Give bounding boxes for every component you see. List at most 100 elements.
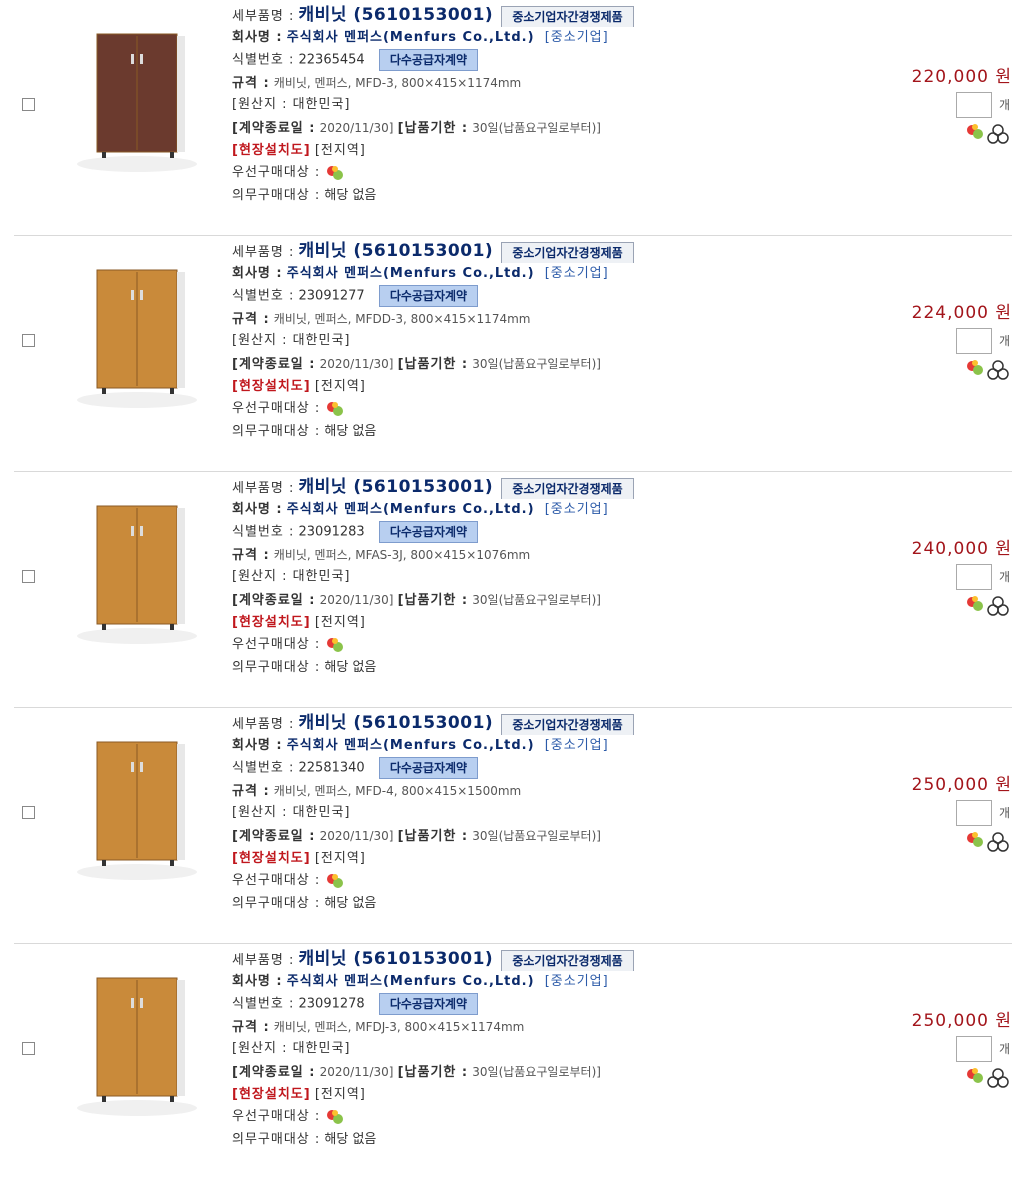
priority-label: 우선구매대상 :	[232, 165, 321, 181]
product-info: 세부품명 : 캐비닛 (5610153001) 중소기업자간경쟁제품 회사명 :…	[232, 476, 832, 679]
company-tag: [중소기업]	[544, 973, 609, 989]
install-label: [현장설치도]	[232, 850, 311, 866]
spec-label: 규격 :	[232, 547, 270, 563]
company-name[interactable]: 주식회사 멘퍼스(Menfurs Co.,Ltd.)	[287, 266, 535, 281]
priority-label: 우선구매대상 :	[232, 637, 321, 653]
mas-contract-badge: 다수공급자계약	[378, 285, 479, 308]
company-label: 회사명 :	[232, 29, 283, 45]
eco-mark-icon	[967, 596, 983, 611]
product-image[interactable]	[62, 722, 212, 884]
delivery-value: 30일(납품요구일로부터)]	[472, 1064, 601, 1079]
certification-icons	[967, 1068, 1009, 1088]
product-row: 세부품명 : 캐비닛 (5610153001) 중소기업자간경쟁제품 회사명 :…	[14, 944, 1012, 1180]
sme-competition-badge: 중소기업자간경쟁제품	[501, 713, 634, 735]
contract-end-label: [계약종료일 :	[232, 828, 316, 844]
delivery-value: 30일(납품요구일로부터)]	[472, 120, 601, 135]
mandatory-value: 해당 없음	[324, 1131, 377, 1147]
origin-text: [원산지 : 대한민국]	[232, 805, 351, 821]
contract-end-date: 2020/11/30]	[319, 1064, 394, 1079]
product-name[interactable]: 캐비닛 (5610153001)	[299, 477, 494, 497]
sme-competition-badge: 중소기업자간경쟁제품	[501, 949, 634, 971]
unit-label: 개	[998, 1042, 1010, 1056]
eco-mark-icon	[967, 124, 983, 139]
mandatory-label: 의무구매대상 :	[232, 423, 321, 439]
product-name[interactable]: 캐비닛 (5610153001)	[299, 241, 494, 261]
id-number: 23091283	[298, 524, 365, 540]
priority-label: 우선구매대상 :	[232, 1109, 321, 1125]
delivery-label: [납품기한 :	[397, 356, 469, 372]
unit-label: 개	[998, 98, 1010, 112]
contract-end-label: [계약종료일 :	[232, 120, 316, 136]
product-image[interactable]	[62, 14, 212, 176]
company-name[interactable]: 주식회사 멘퍼스(Menfurs Co.,Ltd.)	[287, 502, 535, 517]
delivery-label: [납품기한 :	[397, 592, 469, 608]
spec-value: 캐비닛, 멘퍼스, MFD-4, 800×415×1500mm	[273, 783, 522, 798]
company-name[interactable]: 주식회사 멘퍼스(Menfurs Co.,Ltd.)	[287, 738, 535, 753]
mandatory-value: 해당 없음	[324, 895, 377, 911]
product-name[interactable]: 캐비닛 (5610153001)	[299, 5, 494, 25]
product-row: 세부품명 : 캐비닛 (5610153001) 중소기업자간경쟁제품 회사명 :…	[14, 472, 1012, 708]
detail-name-label: 세부품명 :	[232, 9, 295, 24]
select-checkbox[interactable]	[22, 806, 35, 819]
detail-name-label: 세부품명 :	[232, 953, 295, 968]
spec-label: 규격 :	[232, 1019, 270, 1035]
quality-cert-icon	[987, 360, 1009, 380]
spec-label: 규격 :	[232, 75, 270, 91]
mandatory-value: 해당 없음	[324, 423, 377, 439]
spec-label: 규격 :	[232, 783, 270, 799]
quantity-input[interactable]	[956, 1036, 992, 1062]
product-image[interactable]	[62, 486, 212, 648]
select-checkbox[interactable]	[22, 1042, 35, 1055]
contract-end-label: [계약종료일 :	[232, 356, 316, 372]
company-name[interactable]: 주식회사 멘퍼스(Menfurs Co.,Ltd.)	[287, 30, 535, 45]
product-row: 세부품명 : 캐비닛 (5610153001) 중소기업자간경쟁제품 회사명 :…	[14, 708, 1012, 944]
delivery-label: [납품기한 :	[397, 120, 469, 136]
install-label: [현장설치도]	[232, 378, 311, 394]
contract-end-date: 2020/11/30]	[319, 828, 394, 843]
unit-label: 개	[998, 570, 1010, 584]
quality-cert-icon	[987, 832, 1009, 852]
select-checkbox[interactable]	[22, 334, 35, 347]
contract-end-date: 2020/11/30]	[319, 120, 394, 135]
id-label: 식별번호 :	[232, 524, 295, 540]
id-label: 식별번호 :	[232, 996, 295, 1012]
id-label: 식별번호 :	[232, 288, 295, 304]
id-number: 23091277	[298, 288, 365, 304]
company-label: 회사명 :	[232, 973, 283, 989]
product-image[interactable]	[62, 958, 212, 1120]
certification-icons	[967, 596, 1009, 616]
priority-label: 우선구매대상 :	[232, 873, 321, 889]
product-image[interactable]	[62, 250, 212, 412]
certification-icons	[967, 360, 1009, 380]
install-area: [전지역]	[314, 850, 366, 866]
mandatory-label: 의무구매대상 :	[232, 659, 321, 675]
delivery-value: 30일(납품요구일로부터)]	[472, 828, 601, 843]
product-name[interactable]: 캐비닛 (5610153001)	[299, 949, 494, 969]
price: 224,000 원	[911, 303, 1012, 323]
quality-cert-icon	[987, 1068, 1009, 1088]
price: 250,000 원	[911, 1011, 1012, 1031]
select-checkbox[interactable]	[22, 98, 35, 111]
id-label: 식별번호 :	[232, 760, 295, 776]
company-label: 회사명 :	[232, 737, 283, 753]
quantity-input[interactable]	[956, 564, 992, 590]
select-checkbox[interactable]	[22, 570, 35, 583]
delivery-value: 30일(납품요구일로부터)]	[472, 592, 601, 607]
company-name[interactable]: 주식회사 멘퍼스(Menfurs Co.,Ltd.)	[287, 974, 535, 989]
company-tag: [중소기업]	[544, 737, 609, 753]
sme-competition-badge: 중소기업자간경쟁제품	[501, 5, 634, 27]
quantity-input[interactable]	[956, 92, 992, 118]
id-number: 22365454	[298, 52, 365, 68]
priority-purchase-icon	[327, 1109, 344, 1124]
quantity-input[interactable]	[956, 800, 992, 826]
product-name[interactable]: 캐비닛 (5610153001)	[299, 713, 494, 733]
delivery-value: 30일(납품요구일로부터)]	[472, 356, 601, 371]
spec-value: 캐비닛, 멘퍼스, MFAS-3J, 800×415×1076mm	[273, 547, 531, 562]
quantity-input[interactable]	[956, 328, 992, 354]
sme-competition-badge: 중소기업자간경쟁제품	[501, 241, 634, 263]
origin-text: [원산지 : 대한민국]	[232, 333, 351, 349]
origin-text: [원산지 : 대한민국]	[232, 569, 351, 585]
mandatory-value: 해당 없음	[324, 659, 377, 675]
contract-end-label: [계약종료일 :	[232, 592, 316, 608]
delivery-label: [납품기한 :	[397, 1064, 469, 1080]
